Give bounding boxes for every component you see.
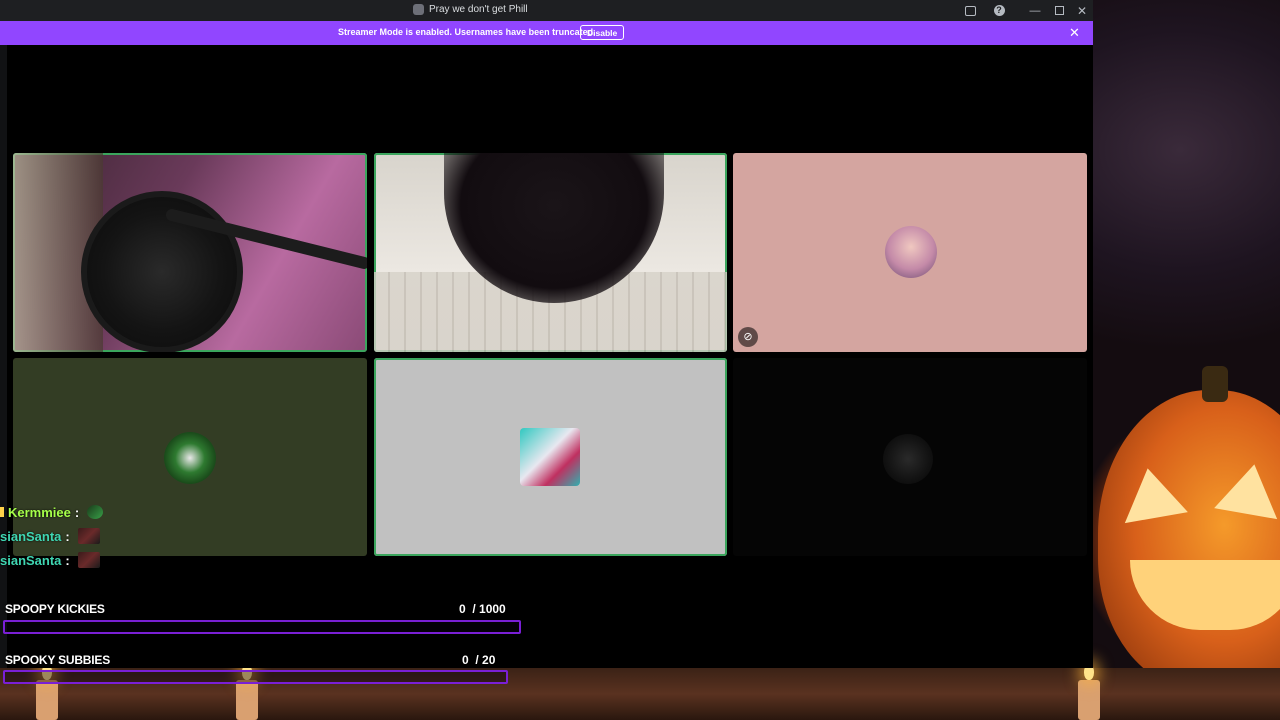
chat-username: Kermmiee (8, 504, 71, 520)
video-tile-avatar[interactable] (733, 358, 1087, 556)
emote-icon (77, 528, 100, 544)
minimize-icon: — (1029, 4, 1041, 17)
inbox-icon (964, 5, 976, 16)
video-tile-avatar[interactable] (374, 358, 727, 556)
chat-username: sianSanta (0, 552, 62, 568)
video-tile-webcam[interactable] (13, 153, 367, 352)
candle-image (1078, 664, 1100, 720)
goal-count: 0 / 20 (462, 653, 495, 667)
minimize-button[interactable]: — (1027, 3, 1043, 18)
chat-message: sianSanta : (0, 550, 100, 570)
emote-icon (87, 505, 104, 519)
goal-label: SPOOPY KICKIES (5, 602, 105, 616)
chat-message: Kermmiee : (0, 502, 104, 522)
video-tile-avatar[interactable]: ⊘ (733, 153, 1087, 352)
chat-separator: : (74, 504, 80, 520)
close-window-button[interactable]: ✕ (1074, 3, 1090, 18)
server-icon (413, 4, 424, 15)
help-icon: ? (993, 5, 1005, 16)
goal-progress-bar (3, 620, 521, 634)
goal-current: 0 (459, 602, 466, 616)
maximize-button[interactable] (1051, 3, 1067, 18)
inbox-button[interactable] (962, 3, 978, 18)
window-title: Pray we don't get Phill (429, 4, 528, 15)
sidebar-edge (0, 45, 7, 668)
goal-current: 0 (462, 653, 469, 667)
avatar (164, 432, 216, 484)
avatar (885, 226, 937, 278)
emote-icon (77, 552, 100, 568)
goal-count: 0 / 1000 (459, 602, 506, 616)
video-tile-webcam[interactable] (374, 153, 727, 352)
goal-target: / 20 (475, 653, 496, 667)
close-icon: ✕ (1076, 3, 1088, 18)
jack-o-lantern-image (1098, 366, 1280, 690)
video-off-icon: ⊘ (738, 327, 758, 347)
banner-close-icon[interactable]: ✕ (1069, 25, 1080, 41)
badge-icon (0, 507, 4, 517)
title-bar[interactable]: Pray we don't get Phill ? — ✕ (0, 0, 1093, 21)
maximize-icon (1054, 6, 1064, 15)
avatar (883, 434, 933, 484)
goal-label: SPOOKY SUBBIES (5, 653, 111, 667)
discord-window: Pray we don't get Phill ? — ✕ Streamer M… (0, 0, 1093, 668)
headset-video (81, 191, 243, 352)
goal-target: / 1000 (472, 602, 506, 616)
chat-username: sianSanta (0, 528, 62, 544)
goal-progress-bar (3, 670, 508, 684)
banner-text: Streamer Mode is enabled. Usernames have… (338, 27, 596, 37)
chat-message: sianSanta : (0, 526, 100, 546)
avatar (520, 428, 580, 486)
candle-image (36, 664, 58, 720)
disable-streamer-mode-button[interactable]: Disable (580, 25, 625, 40)
help-button[interactable]: ? (991, 3, 1007, 18)
candle-image (236, 664, 258, 720)
streamer-mode-banner: Streamer Mode is enabled. Usernames have… (0, 21, 1093, 45)
chat-separator: : (65, 528, 70, 544)
chat-separator: : (65, 552, 70, 568)
